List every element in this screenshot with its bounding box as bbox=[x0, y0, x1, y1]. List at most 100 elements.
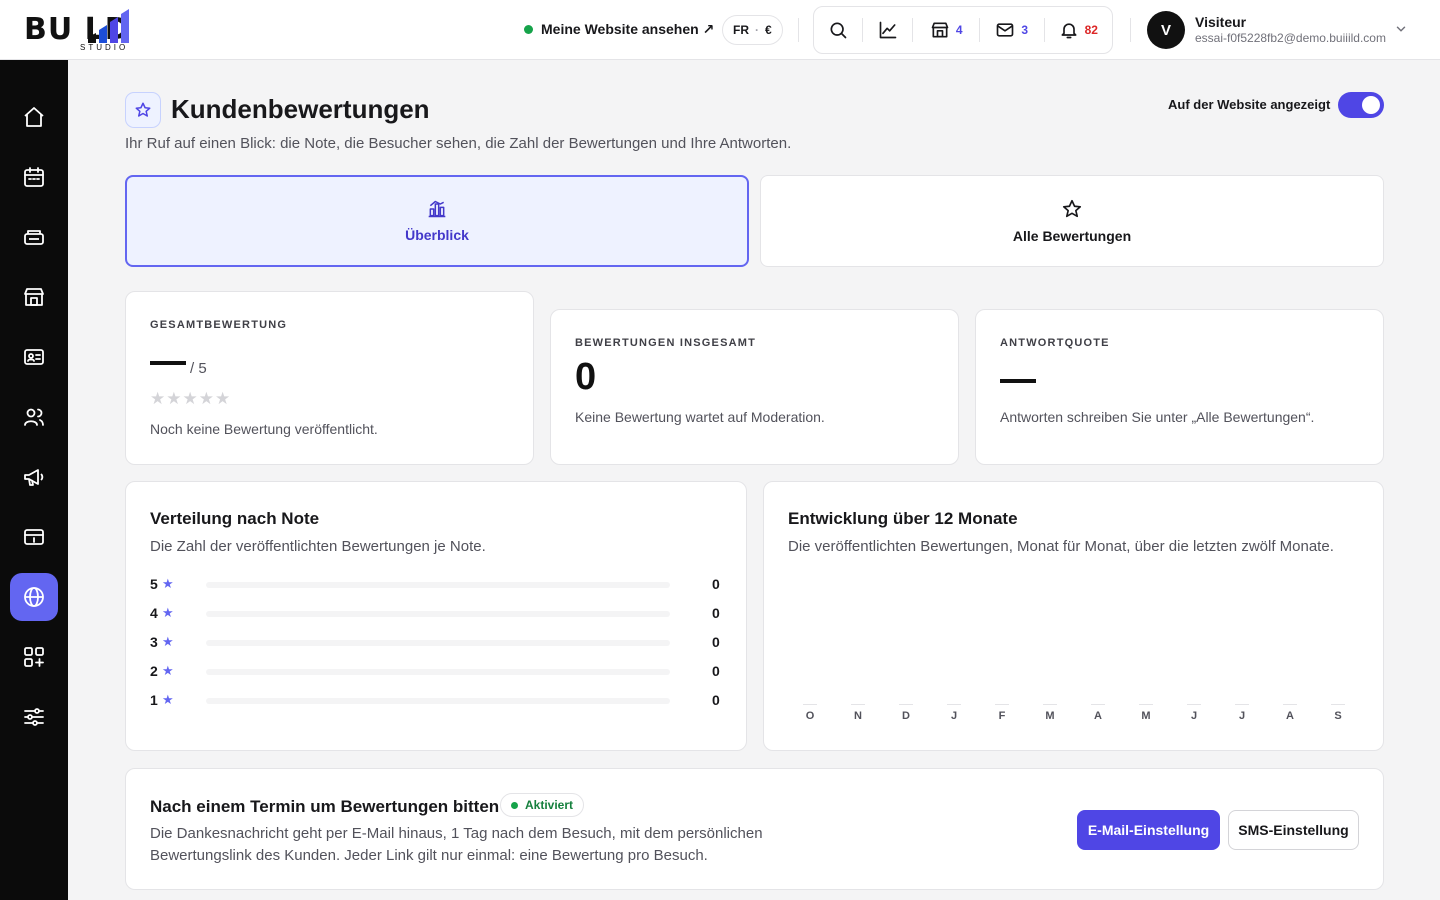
sidebar-item-billing[interactable] bbox=[10, 513, 58, 561]
month-baseline bbox=[899, 704, 913, 705]
shop-button[interactable]: 4 bbox=[913, 6, 979, 54]
month-label: A bbox=[1094, 710, 1102, 722]
tab-overview[interactable]: Überblick bbox=[125, 175, 749, 267]
user-menu[interactable]: V Visiteur essai-f0f5228fb2@demo.buiiild… bbox=[1147, 10, 1387, 50]
grade-label: 2 bbox=[150, 663, 158, 679]
review-request-card: Nach einem Termin um Bewertungen bitten … bbox=[125, 768, 1384, 890]
grade-count: 0 bbox=[712, 692, 720, 708]
megaphone-icon bbox=[24, 469, 44, 486]
grade-count: 0 bbox=[712, 576, 720, 592]
sidebar-item-website[interactable] bbox=[10, 573, 58, 621]
distribution-bar-track bbox=[206, 582, 670, 588]
month-baseline bbox=[1331, 704, 1345, 705]
status-badge: Aktiviert bbox=[500, 793, 585, 817]
bell-icon bbox=[1061, 23, 1077, 39]
user-email: essai-f0f5228fb2@demo.buiiild.com bbox=[1195, 31, 1386, 45]
header-divider bbox=[798, 18, 799, 42]
chart-line-icon bbox=[879, 21, 896, 39]
sidebar bbox=[0, 60, 68, 900]
sidebar-item-apps[interactable] bbox=[10, 633, 58, 681]
bar-chart-icon bbox=[428, 200, 446, 218]
user-name: Visiteur bbox=[1195, 14, 1247, 30]
sidebar-item-store[interactable] bbox=[10, 273, 58, 321]
tab-all-reviews[interactable]: Alle Bewertungen bbox=[760, 175, 1384, 267]
distribution-bar-track bbox=[206, 669, 670, 675]
brand-logo[interactable]: BU LD STUDIO bbox=[24, 8, 184, 52]
user-info: Visiteur essai-f0f5228fb2@demo.buiiild.c… bbox=[1195, 14, 1387, 46]
page-title-icon-box bbox=[125, 92, 161, 128]
trend-title: Entwicklung über 12 Monate bbox=[788, 509, 1018, 528]
sidebar-item-settings[interactable] bbox=[10, 693, 58, 741]
notifications-button[interactable]: 82 bbox=[1044, 6, 1112, 54]
search-icon bbox=[830, 22, 847, 39]
tab-all-reviews-label: Alle Bewertungen bbox=[1012, 228, 1132, 244]
distribution-row: 2 ★ 0 bbox=[150, 662, 722, 682]
sms-settings-button[interactable]: SMS-Einstellung bbox=[1228, 810, 1359, 850]
month-label: F bbox=[998, 710, 1006, 722]
month-baseline bbox=[803, 704, 817, 705]
monthly-trend-card: Entwicklung über 12 Monate Die veröffent… bbox=[763, 481, 1384, 751]
grade-count: 0 bbox=[712, 663, 720, 679]
view-website-link[interactable]: Meine Website ansehen ↗ bbox=[524, 18, 714, 40]
month-baseline bbox=[1283, 704, 1297, 705]
star-icon: ★ bbox=[162, 576, 174, 591]
language-currency-selector[interactable]: FR · € bbox=[722, 15, 783, 45]
rating-distribution-card: Verteilung nach Note Die Zahl der veröff… bbox=[125, 481, 747, 751]
star-icon bbox=[1062, 199, 1082, 218]
month-baseline bbox=[1235, 704, 1249, 705]
month-baseline bbox=[1043, 704, 1057, 705]
tab-overview-label: Überblick bbox=[405, 227, 469, 243]
store-icon bbox=[24, 288, 44, 306]
grade-label: 5 bbox=[150, 576, 158, 592]
top-bar: BU LD STUDIO Meine Website ansehen ↗ FR … bbox=[0, 0, 1440, 60]
distribution-bar-track bbox=[206, 611, 670, 617]
distribution-title: Verteilung nach Note bbox=[150, 509, 320, 528]
distribution-row: 4 ★ 0 bbox=[150, 604, 722, 624]
page-subtitle: Ihr Ruf auf einen Blick: die Note, die B… bbox=[125, 135, 792, 152]
sidebar-item-calendar[interactable] bbox=[10, 153, 58, 201]
total-reviews-label: BEWERTUNGEN INSGESAMT bbox=[575, 337, 757, 349]
active-status-dot bbox=[511, 801, 518, 809]
distribution-description: Die Zahl der veröffentlichten Bewertunge… bbox=[150, 538, 486, 555]
overall-rating-note: Noch keine Bewertung veröffentlicht. bbox=[150, 421, 378, 437]
sidebar-item-home[interactable] bbox=[10, 93, 58, 141]
overall-rating-card: GESAMTBEWERTUNG / 5 ★★★★★ Noch keine Bew… bbox=[125, 291, 534, 465]
globe-icon bbox=[24, 587, 44, 607]
month-label: J bbox=[950, 710, 958, 722]
empty-value-dash bbox=[150, 361, 186, 365]
sidebar-item-users[interactable] bbox=[10, 393, 58, 441]
month-label: J bbox=[1190, 710, 1198, 722]
billing-icon bbox=[24, 529, 44, 545]
page-title: Kundenbewertungen bbox=[171, 94, 430, 124]
online-status-dot bbox=[524, 24, 533, 34]
star-icon: ★ bbox=[162, 634, 174, 649]
messages-button[interactable]: 3 bbox=[980, 6, 1044, 54]
mail-icon bbox=[997, 23, 1014, 37]
analytics-button[interactable] bbox=[863, 6, 913, 54]
distribution-row: 5 ★ 0 bbox=[150, 575, 722, 595]
sidebar-item-contacts[interactable] bbox=[10, 333, 58, 381]
email-settings-button[interactable]: E-Mail-Einstellung bbox=[1077, 810, 1220, 850]
mail-count: 3 bbox=[1021, 23, 1029, 37]
grade-count: 0 bbox=[712, 605, 720, 621]
currency-symbol: € bbox=[765, 23, 772, 37]
language-code: FR bbox=[733, 23, 749, 37]
search-button[interactable] bbox=[814, 6, 862, 54]
month-baseline bbox=[1187, 704, 1201, 705]
avatar: V bbox=[1147, 11, 1185, 49]
month-baseline bbox=[851, 704, 865, 705]
chevron-down-icon[interactable] bbox=[1394, 22, 1408, 36]
month-label: N bbox=[854, 710, 862, 722]
website-visibility-toggle[interactable] bbox=[1338, 92, 1384, 118]
sidebar-item-services[interactable] bbox=[10, 213, 58, 261]
toggle-knob bbox=[1362, 96, 1380, 114]
month-label: D bbox=[902, 710, 910, 722]
sidebar-item-marketing[interactable] bbox=[10, 453, 58, 501]
settings-sliders-icon bbox=[24, 708, 44, 726]
shop-count: 4 bbox=[955, 23, 963, 37]
response-rate-note: Antworten schreiben Sie unter „Alle Bewe… bbox=[1000, 409, 1315, 425]
website-visibility-label: Auf der Website angezeigt bbox=[1168, 97, 1331, 112]
month-label: A bbox=[1286, 710, 1294, 722]
rating-stars: ★★★★★ bbox=[150, 389, 232, 408]
users-icon bbox=[24, 408, 44, 426]
